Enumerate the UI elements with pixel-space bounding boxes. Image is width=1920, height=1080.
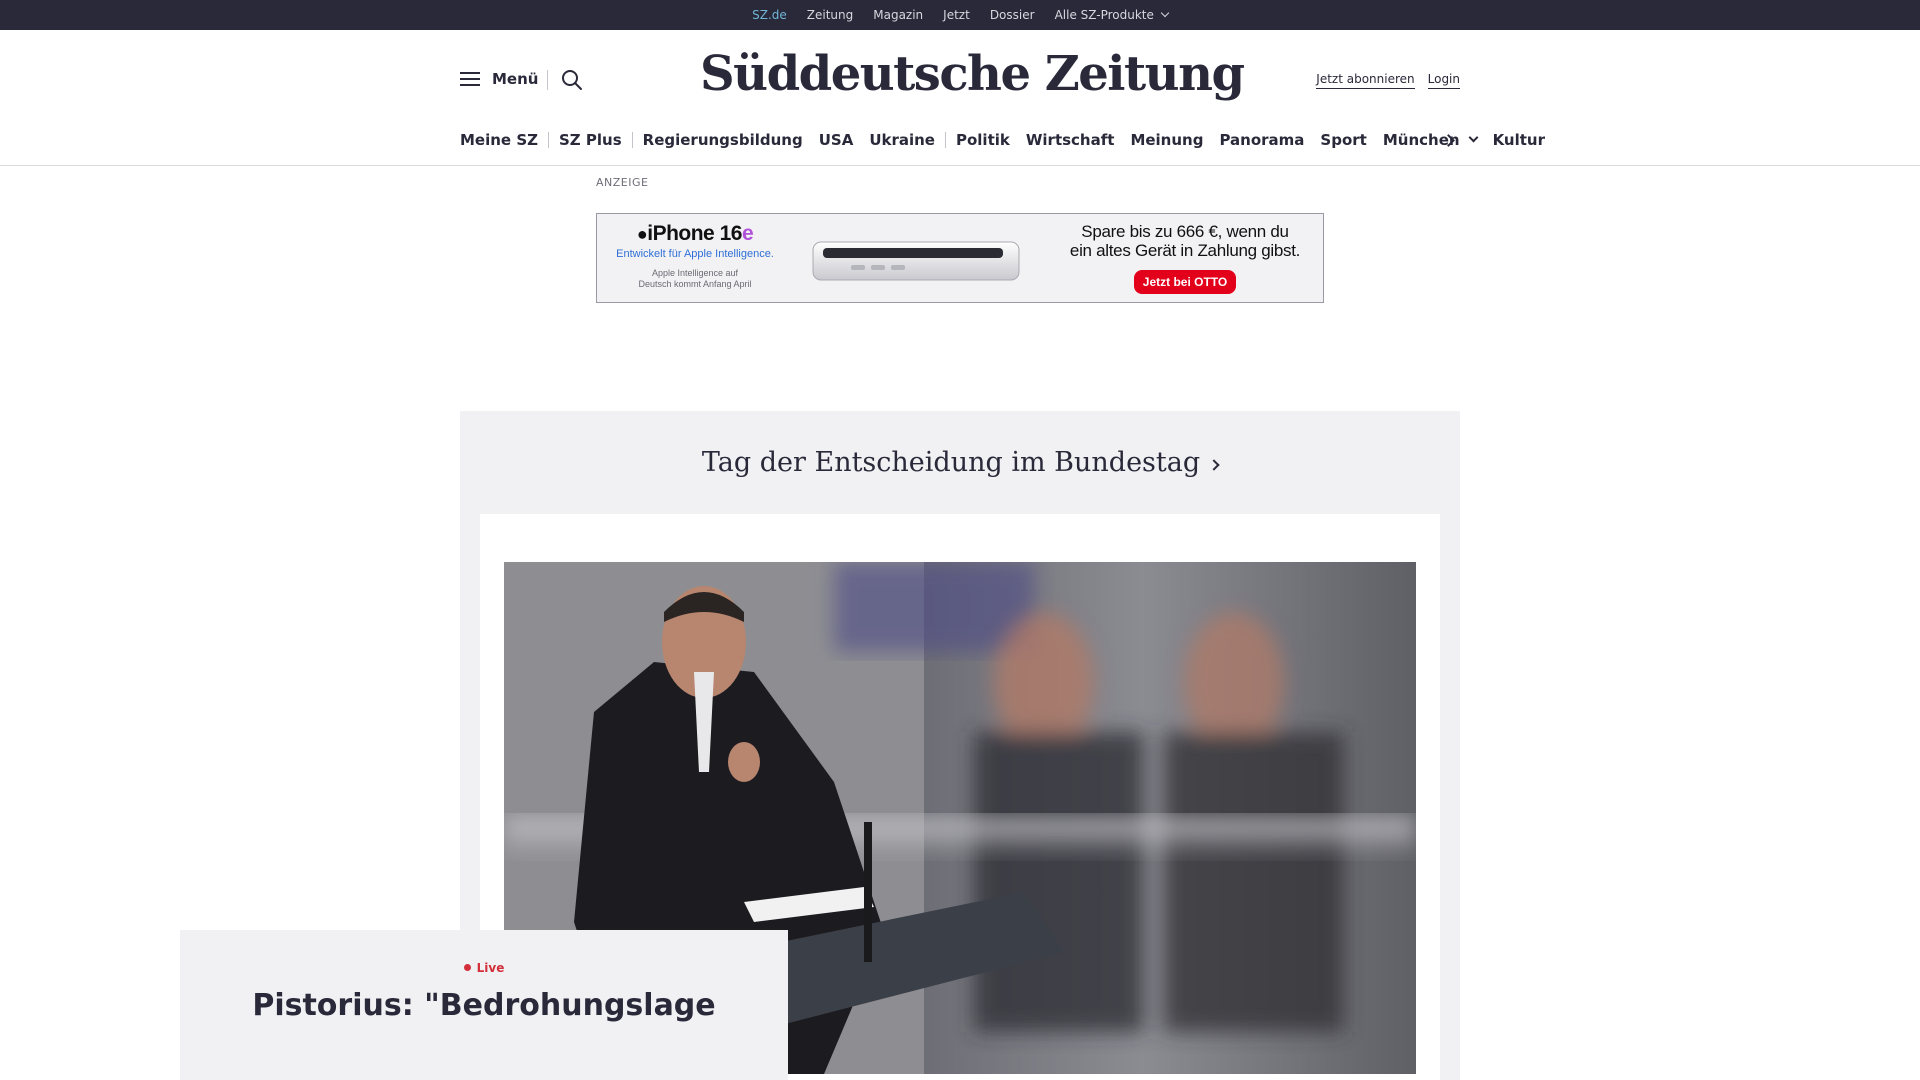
main-nav: Meine SZ SZ Plus Regierungsbildung USA U… bbox=[460, 128, 1553, 152]
topbar-link-dossier[interactable]: Dossier bbox=[990, 0, 1035, 30]
section-title: Tag der Entscheidung im Bundestag bbox=[701, 447, 1201, 478]
nav-item-wirtschaft[interactable]: Wirtschaft bbox=[1018, 131, 1123, 149]
ad-left: ●iPhone 16e Entwickelt für Apple Intelli… bbox=[611, 222, 779, 290]
chevron-right-icon bbox=[1208, 459, 1220, 471]
ad-banner[interactable]: ●iPhone 16e Entwickelt für Apple Intelli… bbox=[596, 213, 1324, 303]
ad-claim-line-2: ein altes Gerät in Zahlung gibst. bbox=[1069, 241, 1301, 260]
nav-item-sport[interactable]: Sport bbox=[1312, 131, 1374, 149]
ad-note-line-1: Apple Intelligence auf bbox=[651, 268, 739, 278]
ad-brand-name: iPhone 16 bbox=[647, 222, 742, 245]
top-bar-nav: SZ.de Zeitung Magazin Jetzt Dossier Alle… bbox=[0, 0, 1920, 36]
ad-brand-suffix: e bbox=[741, 222, 754, 245]
nav-item-usa[interactable]: USA bbox=[811, 131, 862, 149]
ad-note-line-2: Deutsch kommt Anfang April bbox=[638, 279, 752, 289]
topbar-link-all-products[interactable]: Alle SZ-Produkte bbox=[1054, 0, 1170, 30]
menu-label: Menü bbox=[492, 70, 539, 88]
topbar-link-magazin[interactable]: Magazin bbox=[873, 0, 923, 30]
login-link[interactable]: Login bbox=[1427, 72, 1460, 89]
top-bar: SZ.de Zeitung Magazin Jetzt Dossier Alle… bbox=[0, 0, 1920, 36]
chevron-right-icon[interactable] bbox=[1444, 133, 1456, 147]
headline-box: Live Pistorius: "Bedrohungslage bbox=[180, 930, 788, 1080]
auth-links: Jetzt abonnieren Login bbox=[1316, 72, 1460, 89]
menu-button[interactable]: Menü bbox=[460, 70, 538, 88]
nav-item-meinung[interactable]: Meinung bbox=[1122, 131, 1211, 149]
live-label: Live bbox=[476, 961, 505, 975]
article-headline[interactable]: Pistorius: "Bedrohungslage bbox=[180, 988, 788, 1023]
ad-note: Apple Intelligence auf Deutsch kommt Anf… bbox=[611, 268, 779, 290]
nav-separator bbox=[631, 132, 633, 148]
site-header: Menü Süddeutsche Zeitung Jetzt abonniere… bbox=[0, 30, 1920, 166]
ad-brand: ●iPhone 16e bbox=[611, 222, 779, 246]
nav-item-meine-sz[interactable]: Meine SZ bbox=[460, 131, 546, 149]
apple-logo-icon: ● bbox=[636, 224, 648, 244]
ad-claim-line-1: Spare bis zu 666 €, wenn du bbox=[1081, 222, 1289, 241]
chevron-down-icon bbox=[1160, 8, 1170, 18]
topbar-link-szde[interactable]: SZ.de bbox=[752, 0, 787, 36]
all-products-label: Alle SZ-Produkte bbox=[1054, 8, 1154, 22]
live-badge: Live bbox=[180, 961, 788, 975]
nav-item-regierungsbildung[interactable]: Regierungsbildung bbox=[635, 131, 811, 149]
header-divider bbox=[547, 70, 548, 90]
topbar-link-zeitung[interactable]: Zeitung bbox=[807, 0, 853, 30]
live-dot-icon bbox=[463, 964, 471, 971]
search-icon[interactable] bbox=[560, 68, 584, 92]
nav-item-ukraine[interactable]: Ukraine bbox=[861, 131, 943, 149]
ad-right: Spare bis zu 666 €, wenn du ein altes Ge… bbox=[1053, 222, 1317, 294]
nav-item-muenchen[interactable]: München bbox=[1375, 131, 1485, 149]
ad-claim: Spare bis zu 666 €, wenn du ein altes Ge… bbox=[1053, 222, 1317, 260]
subscribe-link[interactable]: Jetzt abonnieren bbox=[1316, 72, 1415, 89]
ad-tagline: Entwickelt für Apple Intelligence. bbox=[616, 248, 774, 260]
nav-separator bbox=[548, 132, 549, 148]
chevron-down-icon bbox=[1468, 132, 1479, 142]
ad-cta-button[interactable]: Jetzt bei OTTO bbox=[1133, 270, 1237, 294]
hamburger-icon bbox=[460, 72, 480, 86]
ad-label: ANZEIGE bbox=[596, 176, 649, 189]
nav-separator bbox=[944, 132, 946, 148]
section-title-link[interactable]: Tag der Entscheidung im Bundestag bbox=[460, 447, 1460, 478]
phone-image bbox=[812, 241, 1020, 281]
nav-item-kultur[interactable]: Kultur bbox=[1485, 131, 1553, 149]
nav-item-politik[interactable]: Politik bbox=[948, 131, 1018, 149]
nav-item-sz-plus[interactable]: SZ Plus bbox=[551, 131, 630, 149]
topbar-link-jetzt[interactable]: Jetzt bbox=[943, 0, 970, 30]
site-logo[interactable]: Süddeutsche Zeitung bbox=[700, 46, 1245, 102]
nav-item-panorama[interactable]: Panorama bbox=[1211, 131, 1312, 149]
